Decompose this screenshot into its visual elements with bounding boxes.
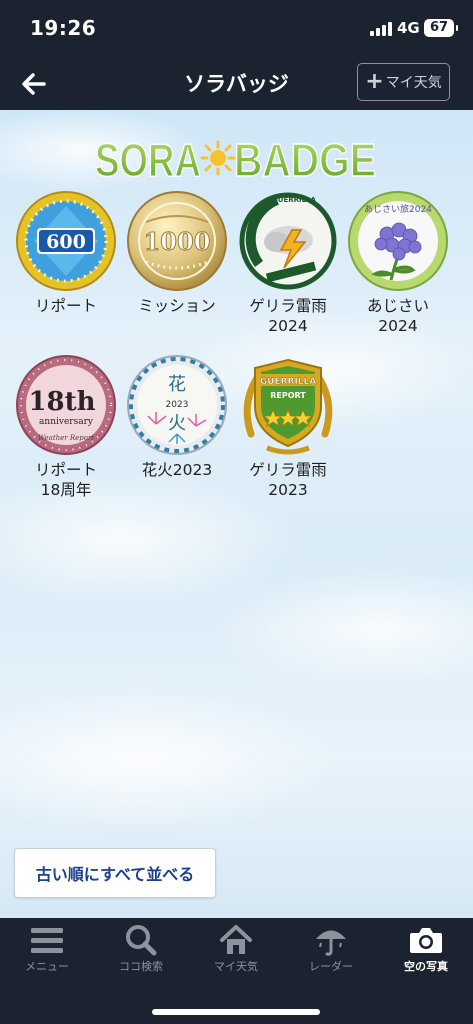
fireworks-badge-char-1: 花 bbox=[168, 374, 186, 395]
mission-1000-badge-icon: 1000 bbox=[127, 191, 227, 291]
tab-radar[interactable]: レーダー bbox=[284, 924, 378, 984]
logo-text-right: BADGE bbox=[234, 134, 376, 186]
camera-icon bbox=[410, 928, 442, 953]
add-my-weather-label: マイ天気 bbox=[385, 75, 442, 91]
guerrilla-2024-badge-icon: GUERRILLA bbox=[239, 192, 337, 290]
report-18th-badge-text: 18th bbox=[28, 387, 95, 417]
guerrilla-2024-badge-text: GUERRILLA bbox=[272, 196, 317, 204]
status-time: 19:26 bbox=[30, 16, 97, 40]
cellular-signal-icon bbox=[370, 22, 392, 36]
badge-guerrilla-2024[interactable]: GUERRILLA ゲリラ雷雨 2024 bbox=[232, 190, 344, 336]
tab-sky-photos[interactable]: 空の写真 bbox=[379, 924, 473, 984]
fireworks-badge-char-2: 火 bbox=[168, 413, 186, 434]
badge-report-600[interactable]: 600 リポート bbox=[10, 190, 122, 316]
menu-icon bbox=[31, 928, 63, 953]
badge-label: リポート 18周年 bbox=[34, 461, 97, 499]
badge-label: ゲリラ雷雨 2024 bbox=[249, 297, 327, 335]
fireworks-2023-badge-icon: 花 2023 火 bbox=[127, 355, 227, 455]
fireworks-badge-year: 2023 bbox=[166, 400, 189, 410]
guerrilla-2023-badge-subtext: REPORT bbox=[270, 391, 306, 400]
home-icon bbox=[220, 925, 252, 954]
badge-report-18th[interactable]: 18th anniversary Weather Report リポート 18周… bbox=[10, 354, 122, 500]
badge-hydrangea-2024[interactable]: あじさい旅2024 あじさい 2024 bbox=[342, 190, 454, 336]
battery-icon: 67 bbox=[424, 19, 458, 37]
badge-label: リポート bbox=[34, 297, 97, 315]
status-bar: 19:26 4G 67 bbox=[0, 0, 473, 56]
tab-my-weather[interactable]: マイ天気 bbox=[189, 924, 283, 984]
badge-guerrilla-2023[interactable]: GUERRILLA REPORT ゲリラ雷雨 2023 bbox=[232, 354, 344, 500]
badge-content: SORA BADGE 600 リポート 1000 ミッション GUERRILLA… bbox=[0, 110, 473, 918]
network-type: 4G bbox=[397, 19, 420, 37]
report-18th-badge-subtext: anniversary bbox=[39, 417, 94, 427]
sort-oldest-first-button[interactable]: 古い順にすべて並べる bbox=[14, 848, 216, 898]
tab-label: ココ検索 bbox=[119, 960, 163, 973]
nav-bar: ソラバッジ + マイ天気 bbox=[0, 56, 473, 110]
logo-text-left: SORA bbox=[95, 134, 201, 186]
search-icon bbox=[126, 925, 157, 956]
tab-location-search[interactable]: ココ検索 bbox=[94, 924, 188, 984]
battery-level: 67 bbox=[429, 20, 449, 35]
report-18th-badge-icon: 18th anniversary Weather Report bbox=[16, 355, 116, 455]
guerrilla-2023-badge-text: GUERRILLA bbox=[260, 377, 317, 387]
home-indicator bbox=[152, 1009, 320, 1015]
tab-label: レーダー bbox=[309, 960, 353, 973]
badge-label: 花火2023 bbox=[141, 461, 213, 479]
tab-label: 空の写真 bbox=[404, 960, 448, 973]
add-my-weather-button[interactable]: + マイ天気 bbox=[357, 63, 450, 101]
badge-label: あじさい 2024 bbox=[366, 297, 429, 335]
umbrella-icon bbox=[316, 930, 346, 956]
sun-icon bbox=[200, 140, 236, 176]
hydrangea-2024-badge-text: あじさい旅2024 bbox=[364, 203, 432, 215]
report-18th-badge-footer: Weather Report bbox=[38, 434, 94, 442]
plus-icon: + bbox=[365, 69, 384, 94]
badge-mission-1000[interactable]: 1000 ミッション bbox=[121, 190, 233, 316]
tab-label: マイ天気 bbox=[214, 960, 258, 973]
tab-label: メニュー bbox=[25, 960, 69, 973]
badge-label: ゲリラ雷雨 2023 bbox=[249, 461, 327, 499]
sora-badge-logo: SORA BADGE bbox=[94, 133, 377, 187]
report-600-badge-icon: 600 bbox=[16, 191, 116, 291]
mission-1000-badge-text: 1000 bbox=[144, 227, 211, 256]
badge-fireworks-2023[interactable]: 花 2023 火 花火2023 bbox=[121, 354, 233, 480]
guerrilla-2023-badge-icon: GUERRILLA REPORT bbox=[243, 358, 333, 455]
hydrangea-2024-badge-icon: あじさい旅2024 bbox=[348, 191, 448, 291]
badge-label: ミッション bbox=[138, 297, 216, 315]
report-600-badge-text: 600 bbox=[46, 231, 86, 253]
tab-menu[interactable]: メニュー bbox=[0, 924, 94, 984]
